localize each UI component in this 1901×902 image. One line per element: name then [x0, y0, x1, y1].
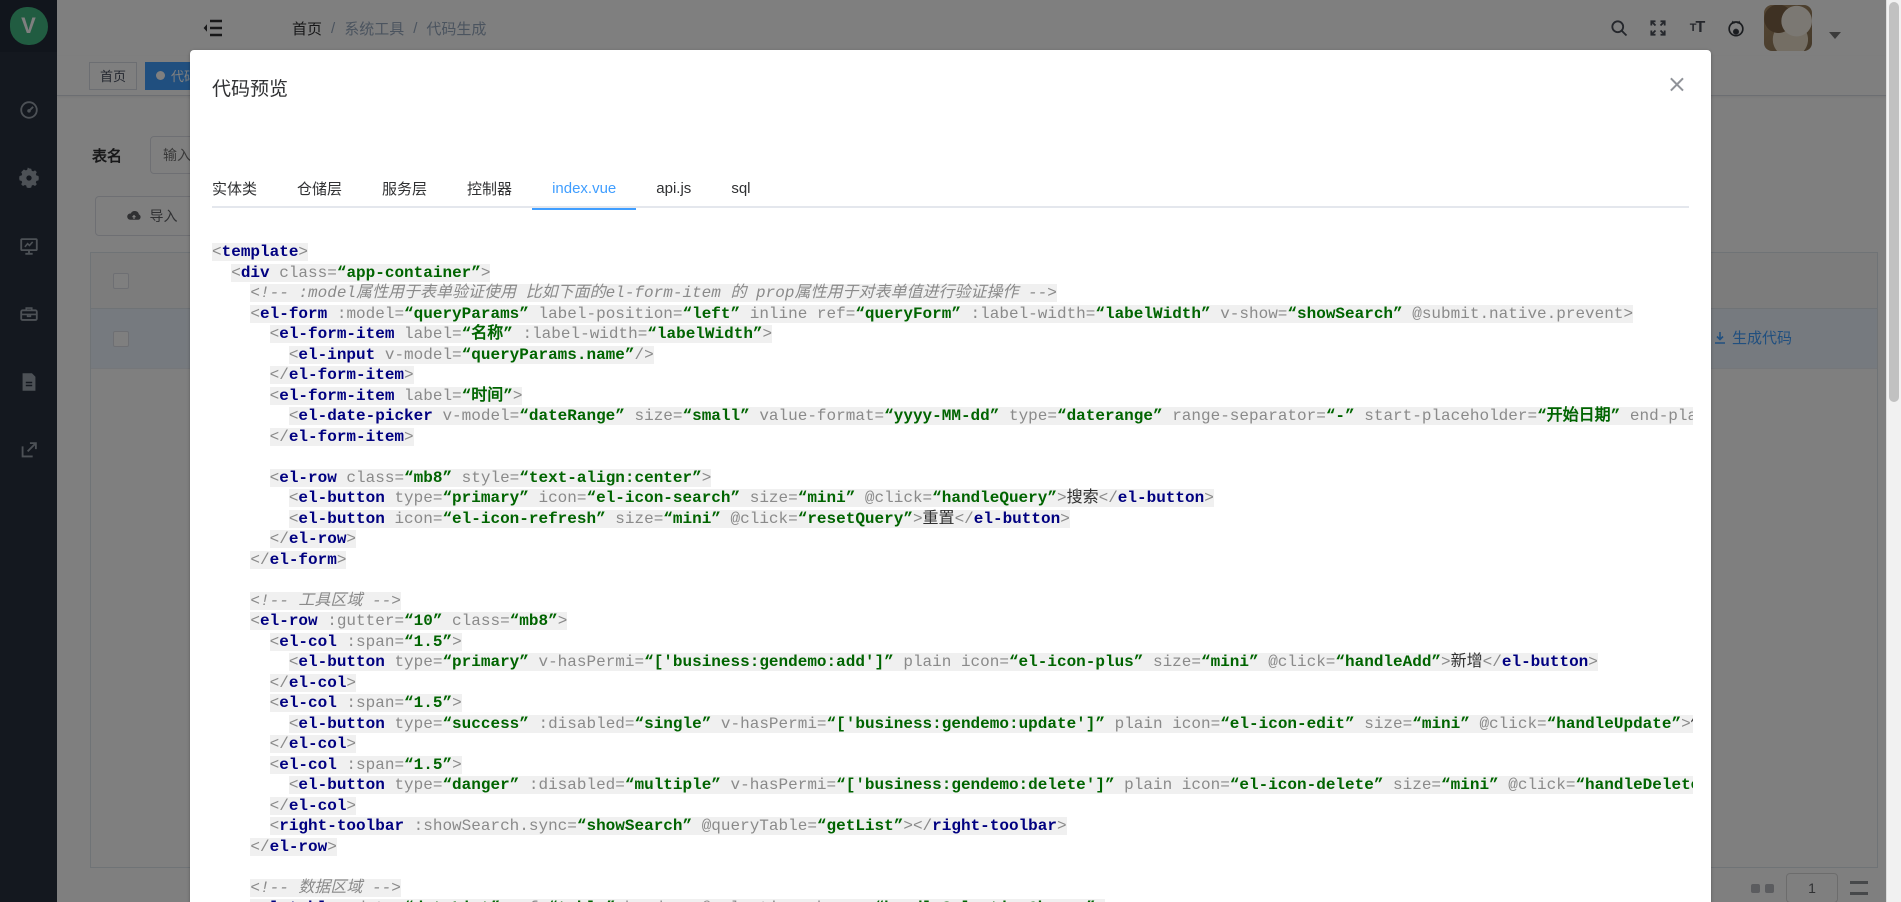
code-line: <el-button type=“primary” v-hasPermi=“['… — [212, 652, 1693, 673]
code-line: </el-col> — [212, 734, 1693, 755]
code-line: <el-button type=“success” :disabled=“sin… — [212, 714, 1693, 735]
code-line: </el-row> — [212, 837, 1693, 858]
code-line: </el-col> — [212, 673, 1693, 694]
dialog-tab-实体类[interactable]: 实体类 — [212, 168, 277, 208]
code-line: <right-toolbar :showSearch.sync=“showSea… — [212, 816, 1693, 837]
code-line: </el-form-item> — [212, 427, 1693, 448]
code-line: <!-- :model属性用于表单验证使用 比如下面的el-form-item … — [212, 283, 1693, 304]
dialog-tab-仓储层[interactable]: 仓储层 — [277, 168, 362, 208]
dialog-scrollbar[interactable] — [1886, 0, 1901, 902]
code-line: <el-date-picker v-model=“dateRange” size… — [212, 406, 1693, 427]
code-line: </el-col> — [212, 796, 1693, 817]
code-line: <el-button type=“primary” icon=“el-icon-… — [212, 488, 1693, 509]
dialog-tab-sql[interactable]: sql — [711, 168, 770, 208]
code-line: <el-form-item label=“名称” :label-width=“l… — [212, 324, 1693, 345]
dialog-tab-api.js[interactable]: api.js — [636, 168, 711, 208]
code-line: <el-row :gutter=“10” class=“mb8”> — [212, 611, 1693, 632]
code-line: <el-col :span=“1.5”> — [212, 632, 1693, 653]
code-line: <el-button type=“danger” :disabled=“mult… — [212, 775, 1693, 796]
dialog-tabs: 实体类仓储层服务层控制器index.vueapi.jssql — [212, 168, 1689, 208]
code-line — [212, 857, 1693, 878]
code-line: <el-col :span=“1.5”> — [212, 755, 1693, 776]
close-icon[interactable]: × — [1667, 72, 1687, 96]
code-line — [212, 447, 1693, 468]
code-line: <el-form-item label=“时间”> — [212, 386, 1693, 407]
code-line: <el-input v-model=“queryParams.name”/> — [212, 345, 1693, 366]
code-line: <el-row class=“mb8” style=“text-align:ce… — [212, 468, 1693, 489]
code-line: <!-- 工具区域 --> — [212, 591, 1693, 612]
code-line: </el-form> — [212, 550, 1693, 571]
dialog-tab-控制器[interactable]: 控制器 — [447, 168, 532, 208]
code-line: <template> — [212, 242, 1693, 263]
code-line — [212, 570, 1693, 591]
dialog-tab-服务层[interactable]: 服务层 — [362, 168, 447, 208]
code-line: </el-row> — [212, 529, 1693, 550]
code-line: <el-col :span=“1.5”> — [212, 693, 1693, 714]
code-line: <el-table :data=“dataList” ref=“table” b… — [212, 898, 1693, 902]
dialog-tab-index.vue[interactable]: index.vue — [532, 168, 636, 208]
code-line: <!-- 数据区域 --> — [212, 878, 1693, 899]
code-block: <template> <div class=“app-container”> <… — [212, 242, 1693, 902]
code-line: </el-form-item> — [212, 365, 1693, 386]
dialog-title: 代码预览 — [212, 74, 288, 101]
code-line: <div class=“app-container”> — [212, 263, 1693, 284]
code-line: <el-button icon=“el-icon-refresh” size=“… — [212, 509, 1693, 530]
code-preview-dialog: 代码预览 × 实体类仓储层服务层控制器index.vueapi.jssql <t… — [190, 50, 1711, 902]
scrollbar-thumb[interactable] — [1889, 2, 1899, 402]
code-line: <el-form :model=“queryParams” label-posi… — [212, 304, 1693, 325]
